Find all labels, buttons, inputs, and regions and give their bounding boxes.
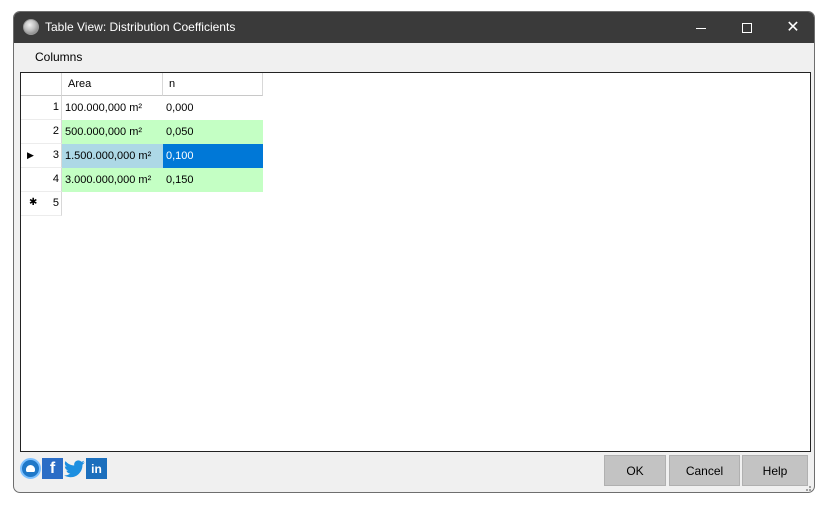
data-grid[interactable]: Area n 1 100.000,000 m² 0,000 2 500.000,… — [20, 72, 811, 452]
linkedin-icon[interactable]: in — [86, 458, 107, 479]
new-row[interactable]: ✱ 5 — [21, 192, 62, 216]
row-number: 4 — [52, 173, 59, 185]
column-header-area[interactable]: Area — [62, 73, 163, 96]
cell-n-selected[interactable]: 0,100 — [163, 144, 263, 168]
table-row[interactable]: 2 500.000,000 m² 0,050 — [21, 120, 263, 144]
row-header[interactable]: 2 — [21, 120, 62, 144]
row-header[interactable]: 4 — [21, 168, 62, 192]
app-logo-icon[interactable] — [20, 458, 41, 479]
cell-area[interactable]: 100.000,000 m² — [62, 96, 163, 120]
facebook-icon[interactable]: f — [42, 458, 63, 479]
social-links: f in — [20, 458, 107, 479]
ok-button[interactable]: OK — [604, 455, 666, 486]
facebook-glyph: f — [49, 459, 56, 477]
row-header[interactable]: 1 — [21, 96, 62, 120]
title-bar[interactable]: Table View: Distribution Coefficients ✕ — [14, 12, 814, 43]
close-button[interactable]: ✕ — [770, 12, 814, 43]
cell-n[interactable]: 0,000 — [163, 96, 263, 120]
linkedin-glyph: in — [91, 461, 102, 476]
maximize-icon — [742, 22, 752, 33]
grid-header: Area n — [21, 73, 263, 96]
close-icon: ✕ — [786, 18, 800, 36]
dialog-footer: f in OK Cancel Help — [14, 452, 814, 492]
row-number: 5 — [52, 197, 59, 209]
table-row-selected[interactable]: ▶ 3 1.500.000,000 m² 0,100 — [21, 144, 263, 168]
twitter-icon[interactable] — [64, 458, 85, 479]
cell-n[interactable]: 0,050 — [163, 120, 263, 144]
column-header-n[interactable]: n — [163, 73, 263, 96]
row-number: 2 — [52, 125, 59, 137]
menu-columns[interactable]: Columns — [22, 50, 95, 64]
cell-area[interactable]: 3.000.000,000 m² — [62, 168, 163, 192]
table-row[interactable]: 4 3.000.000,000 m² 0,150 — [21, 168, 263, 192]
new-row-icon: ✱ — [29, 197, 38, 208]
app-icon — [23, 19, 39, 35]
twitter-bird — [64, 459, 85, 477]
row-header[interactable]: ✱ 5 — [21, 192, 62, 216]
grid-corner[interactable] — [21, 73, 62, 96]
window-title: Table View: Distribution Coefficients — [45, 20, 236, 34]
maximize-button[interactable] — [724, 12, 770, 43]
app-logo-shape — [26, 465, 35, 472]
minimize-button[interactable] — [678, 12, 724, 43]
dialog-window: Table View: Distribution Coefficients ✕ … — [13, 11, 815, 493]
row-header[interactable]: ▶ 3 — [21, 144, 62, 168]
cell-area[interactable]: 500.000,000 m² — [62, 120, 163, 144]
cell-n[interactable]: 0,150 — [163, 168, 263, 192]
row-number: 3 — [52, 149, 59, 161]
help-button[interactable]: Help — [742, 455, 808, 486]
cell-area[interactable]: 1.500.000,000 m² — [62, 144, 163, 168]
table-row[interactable]: 1 100.000,000 m² 0,000 — [21, 96, 263, 120]
current-row-arrow-icon: ▶ — [27, 150, 34, 160]
resize-grip-icon[interactable] — [802, 482, 812, 492]
row-number: 1 — [52, 101, 59, 113]
cancel-button[interactable]: Cancel — [669, 455, 740, 486]
menu-bar: Columns — [14, 43, 814, 71]
minimize-icon — [696, 28, 706, 29]
